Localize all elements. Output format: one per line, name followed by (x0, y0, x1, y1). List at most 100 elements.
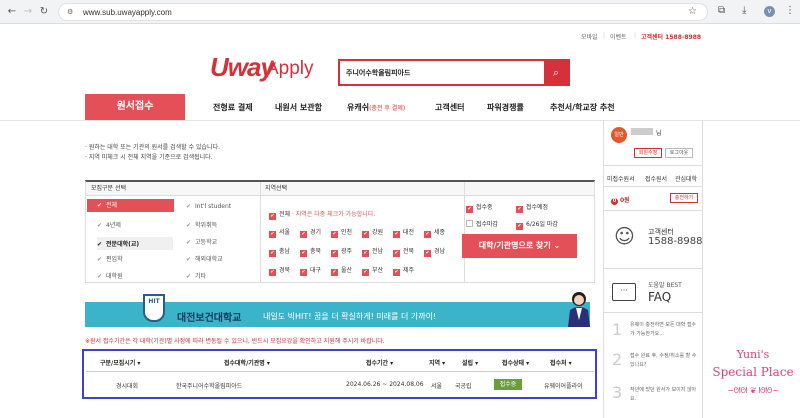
status-badge[interactable]: 접수중 (494, 379, 522, 390)
status-open[interactable]: ✔ 접수중 (466, 202, 493, 213)
nav-apply-tab[interactable]: 원서접수 (85, 94, 185, 120)
tab-submitted[interactable]: 접수원서 (645, 174, 667, 183)
note-line-2: · 지역 미체크 시 전체 지역을 기준으로 검색됩니다. (85, 154, 213, 161)
region-incheon[interactable]: ✔ 인천 (331, 227, 352, 238)
filter-panel: 모집구분 선택 지역선택 ✔ 전체 ✔ 4년제 ✔ 전문대학(교) ✔ 편입학 ✔ 대학원… (85, 180, 595, 283)
ad-banner[interactable]: HIT 대전보건대학교 내일도 빅HIT! 꿈을 더 확실하게! 미래를 더 가… (85, 292, 590, 327)
region-jeju[interactable]: ✔ 제주 (393, 265, 414, 276)
category-overseas[interactable]: ✔ 해외대학교 (186, 254, 223, 263)
col-establish[interactable]: 설립 ▾ (462, 358, 478, 367)
util-link-event[interactable]: 이벤트 (610, 32, 627, 41)
category-etc[interactable]: ✔ 기타 (186, 271, 206, 280)
col-status[interactable]: 접수상태 ▾ (502, 358, 529, 367)
region-header: 지역선택 (260, 182, 464, 196)
cell-establish: 국공립 (455, 383, 472, 390)
menu-dots-icon[interactable]: ⋮ (785, 5, 795, 16)
tab-interest[interactable]: 관심대학 (675, 174, 697, 183)
status-upcoming[interactable]: ✔ 접수예정 (516, 202, 548, 213)
chevron-down-icon: ⌄ (553, 241, 561, 250)
banner-person-image (568, 292, 590, 327)
region-daejeon[interactable]: ✔ 대전 (393, 227, 414, 238)
charge-button[interactable]: 충전하기 (670, 193, 698, 203)
url-text[interactable]: www.sub.uwayapply.com (83, 8, 172, 17)
region-all-check[interactable]: ✔ 전체 · 지역은 다중 체크가 가능합니다. (269, 209, 375, 220)
find-by-name-button[interactable]: 대학/기관명으로 찾기 ⌄ (462, 234, 577, 258)
nav-customer-center[interactable]: 고객센터 (435, 102, 464, 113)
region-seoul[interactable]: ✔ 서울 (269, 227, 290, 238)
nav-my-applications[interactable]: 내원서 보관함 (275, 102, 322, 113)
region-jeonnam[interactable]: ✔ 전남 (362, 246, 383, 257)
ucash-balance: 0 0원 (611, 197, 630, 205)
faq-num-3: 3 (612, 383, 623, 402)
col-region[interactable]: 지역 ▾ (429, 358, 445, 367)
back-icon[interactable]: ← (6, 6, 18, 17)
category-degree[interactable]: ✔ 학위취득 (186, 220, 217, 229)
edit-info-button[interactable]: 회원수정 (634, 148, 662, 158)
reload-icon[interactable]: ↻ (38, 6, 50, 17)
nav-ucash[interactable]: 유캐쉬(충전 후 결제) (347, 102, 405, 113)
tab-unsubmitted[interactable]: 미접수원서 (607, 174, 635, 183)
nav-recommendation[interactable]: 추천서/학교장 추천 (550, 102, 615, 113)
nav-ucash-label: 유캐쉬 (347, 103, 370, 112)
region-ulsan[interactable]: ✔ 울산 (331, 265, 352, 276)
util-customer-center[interactable]: 고객센터 1588-8988 (641, 32, 701, 41)
status-closing-today[interactable]: ✔ 6/26일 마감 (516, 219, 558, 230)
col-period[interactable]: 접수기간 ▾ (366, 358, 393, 367)
uway-logo[interactable]: Uway (210, 52, 275, 83)
customer-center-phone[interactable]: 1588-8988 (648, 236, 703, 247)
apply-logo: Apply (266, 58, 314, 79)
region-daegu[interactable]: ✔ 대구 (300, 265, 321, 276)
region-gyeongbuk[interactable]: ✔ 경북 (269, 265, 290, 276)
profile-avatar[interactable]: v (764, 6, 775, 17)
faq-num-1: 1 (612, 320, 623, 339)
category-all[interactable]: ✔ 전체 (87, 199, 174, 212)
faq-item-3[interactable]: 작년에 썼던 원서가 보이지 않아요. (630, 386, 698, 404)
search-box: ⌕ (338, 59, 570, 86)
hit-logo: HIT (143, 294, 165, 322)
category-highschool[interactable]: ✔ 고등학교 (186, 237, 217, 246)
banner-title: 대전보건대학교 (177, 313, 242, 324)
region-jeonbuk[interactable]: ✔ 전북 (393, 246, 414, 257)
forward-icon[interactable]: → (22, 6, 34, 17)
logout-button[interactable]: 로그아웃 (665, 148, 693, 158)
download-icon[interactable]: ⤓ (742, 5, 746, 16)
user-name-redacted (631, 128, 653, 135)
bookmark-star-icon[interactable]: ☆ (688, 6, 697, 17)
region-gwangju[interactable]: ✔ 광주 (331, 246, 352, 257)
nav-power-ratio[interactable]: 파워경쟁률 (487, 102, 524, 113)
faq-item-1[interactable]: 유웨이 충전하면 모든 대학 접수가 가능한가요... (630, 321, 698, 339)
util-link-mobile[interactable]: 모바일 (581, 32, 598, 41)
region-busan[interactable]: ✔ 부산 (362, 265, 383, 276)
category-graduate[interactable]: ✔ 대학원 (97, 271, 123, 280)
search-button[interactable]: ⌕ (544, 61, 568, 84)
category-college[interactable]: ✔ 전문대학(교) (97, 237, 173, 250)
faq-title[interactable]: FAQ (648, 290, 671, 304)
status-closed[interactable]: 접수마감 (466, 219, 498, 228)
browser-toolbar: ← → ↻ ⚙ www.sub.uwayapply.com ☆ ⧉ ⤓ v ⋮ (0, 0, 800, 24)
watermark-line2: Special Place (712, 365, 794, 379)
smile-icon: ☺ (614, 224, 635, 248)
col-category[interactable]: 구분/모집시기 ▾ (100, 358, 140, 367)
region-sejong[interactable]: ✔ 세종 (424, 227, 445, 238)
faq-item-2[interactable]: 접수 완료 후, 수정/취소를 할 수 있나요? (630, 352, 698, 370)
region-chungbuk[interactable]: ✔ 충북 (300, 246, 321, 257)
region-gyeonggi[interactable]: ✔ 경기 (300, 227, 321, 238)
region-gangwon[interactable]: ✔ 강원 (362, 227, 383, 238)
cell-office: 유웨이어플라이 (544, 383, 583, 390)
category-transfer[interactable]: ✔ 편입학 (97, 254, 123, 263)
region-gyeongnam[interactable]: ✔ 경남 (424, 246, 445, 257)
nav-fee-payment[interactable]: 전형료 결제 (213, 102, 253, 113)
search-input[interactable] (346, 66, 536, 80)
site-info-icon[interactable]: ⚙ (67, 8, 73, 16)
banner-slogan: 내일도 빅HIT! 꿈을 더 확실하게! 미래를 더 가까이! (263, 312, 437, 321)
category-intl[interactable]: ✔ Int'l student (186, 203, 231, 210)
extensions-icon[interactable]: ⧉ (718, 5, 725, 16)
address-bar[interactable]: ⚙ www.sub.uwayapply.com ☆ (58, 3, 708, 21)
cell-institution[interactable]: 한국주니어수학올림피아드 (176, 381, 242, 390)
cell-region: 서울 (431, 383, 443, 390)
col-office[interactable]: 접수처 ▾ (550, 358, 572, 367)
region-chungnam[interactable]: ✔ 충남 (269, 246, 290, 257)
category-4year[interactable]: ✔ 4년제 (97, 220, 121, 229)
col-institution[interactable]: 접수대학/기관명 ▾ (224, 358, 270, 367)
cell-period: 2024.06.26 ~ 2024.08.06 (346, 381, 424, 388)
